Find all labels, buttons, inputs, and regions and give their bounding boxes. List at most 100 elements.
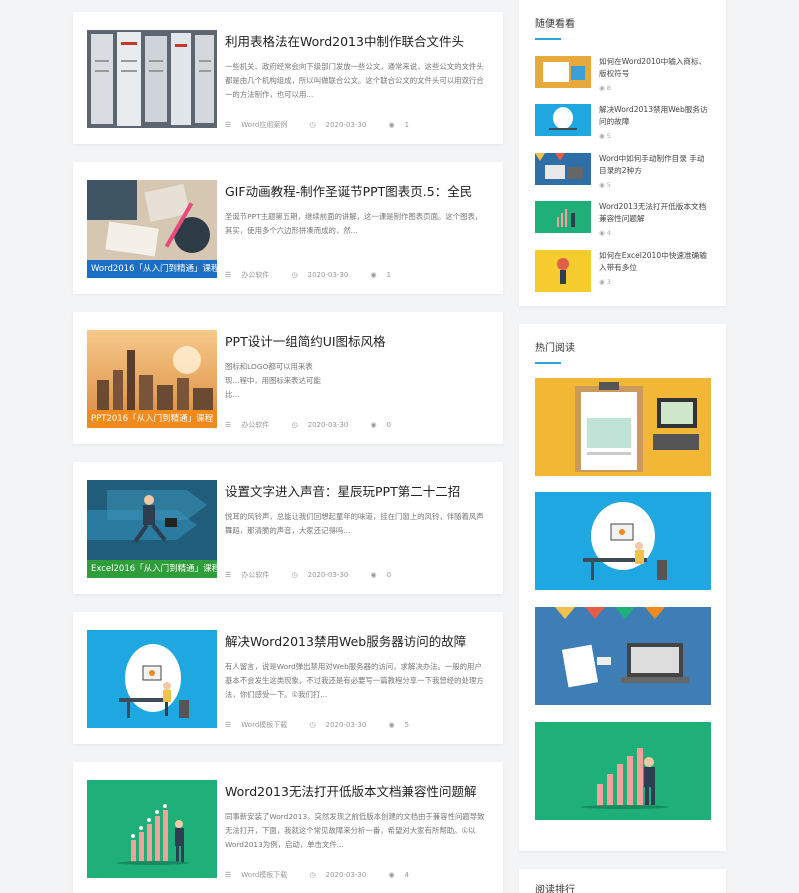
random-widget: 随便看看 如何在Word2010中输入商标、版权符号 ◉ 8 解决Word201…: [519, 0, 726, 306]
random-title[interactable]: Word中如何手动制作目录 手动目录的2种方: [599, 153, 711, 177]
article-title[interactable]: PPT设计一组简约UI图标风格: [225, 331, 489, 350]
bar-growth-illustration: [87, 780, 217, 878]
article-title[interactable]: Word2013无法打开低版本文档兼容性问题解: [225, 781, 489, 800]
eye-icon: ◉: [599, 229, 607, 237]
article-card[interactable]: 解决Word2013禁用Web服务器访问的故障 有人留言，说是Word弹出禁用对…: [73, 612, 503, 744]
desk-person-illustration: [535, 492, 711, 590]
article-views: 5: [404, 721, 410, 729]
random-item[interactable]: 如何在Excel2010中快速准确输入带有多位 ◉ 3: [535, 250, 715, 292]
random-item[interactable]: Word2013无法打开低版本文档兼容性问题解 ◉ 4: [535, 201, 715, 241]
eye-icon: ◉: [388, 871, 395, 879]
random-views: ◉ 5: [599, 181, 611, 189]
random-thumbnail[interactable]: [535, 153, 591, 185]
article-category[interactable]: 办公软件: [241, 420, 269, 430]
random-thumbnail[interactable]: [535, 201, 591, 233]
article-card[interactable]: 利用表格法在Word2013中制作联合文件头 一些机关、政府经常会向下级部门发放…: [73, 12, 503, 144]
article-thumbnail[interactable]: PPT2016「从入门到精通」课程: [87, 330, 217, 428]
article-meta: ☰ Word应用案例 ◷ 2020-03-30 ◉ 1: [225, 120, 429, 130]
random-item[interactable]: 解决Word2013禁用Web服务访问的故障 ◉ 5: [535, 104, 715, 144]
random-title[interactable]: Word2013无法打开低版本文档兼容性问题解: [599, 201, 711, 225]
article-title[interactable]: 解决Word2013禁用Web服务器访问的故障: [225, 631, 489, 650]
widget-heading: 随便看看: [535, 19, 575, 30]
random-thumbnail[interactable]: [535, 56, 591, 88]
article-thumbnail[interactable]: [87, 780, 217, 878]
random-item[interactable]: Word中如何手动制作目录 手动目录的2种方 ◉ 5: [535, 153, 715, 193]
article-views: 4: [404, 871, 410, 879]
category-icon: ☰: [225, 421, 232, 429]
article-title[interactable]: 利用表格法在Word2013中制作联合文件头: [225, 31, 489, 50]
course-ribbon: Excel2016「从入门到精通」课程: [87, 560, 217, 578]
random-thumbnail[interactable]: [535, 104, 591, 136]
eye-icon: ◉: [370, 571, 377, 579]
article-category[interactable]: Word模板下载: [241, 720, 287, 730]
article-title[interactable]: GIF动画教程-制作圣诞节PPT图表页.5：全民: [225, 181, 489, 200]
article-views: 1: [386, 271, 392, 279]
article-card[interactable]: Word2013无法打开低版本文档兼容性问题解 同事新安装了Word2013，突…: [73, 762, 503, 893]
clock-icon: ◷: [291, 571, 298, 579]
clock-icon: ◷: [309, 121, 316, 129]
eye-icon: ◉: [599, 84, 607, 92]
clock-icon: ◷: [291, 421, 298, 429]
article-category[interactable]: Word应用案例: [241, 120, 287, 130]
article-views: 0: [386, 421, 392, 429]
article-date: 2020-03-30: [307, 421, 349, 429]
article-meta: ☰ 办公软件 ◷ 2020-03-30 ◉ 1: [225, 270, 411, 280]
article-excerpt: 悦耳的风铃声，总能让我们回想起童年的味道，挂在门窗上的风铃，伴随着风声舞蹈，那清…: [225, 512, 484, 535]
category-icon: ☰: [225, 121, 232, 129]
eye-icon: ◉: [388, 121, 395, 129]
ranking-widget: 阅读排行: [519, 869, 726, 893]
random-views: ◉ 5: [599, 132, 611, 140]
category-icon: ☰: [225, 721, 232, 729]
article-card[interactable]: PPT2016「从入门到精通」课程 PPT设计一组简约UI图标风格 图标和LOG…: [73, 312, 503, 444]
random-title[interactable]: 如何在Word2010中输入商标、版权符号: [599, 56, 711, 80]
eye-icon: ◉: [388, 721, 395, 729]
hot-thumbnail[interactable]: [535, 378, 711, 476]
article-excerpt: 同事新安装了Word2013，突然发现之前低版本创建的文档由于兼容性问题导致无法…: [225, 812, 485, 849]
category-icon: ☰: [225, 571, 232, 579]
clock-icon: ◷: [291, 271, 298, 279]
random-views: ◉ 3: [599, 278, 611, 286]
article-title[interactable]: 设置文字进入声音：星辰玩PPT第二十二招: [225, 481, 489, 500]
article-date: 2020-03-30: [307, 271, 349, 279]
random-thumbnail[interactable]: [535, 250, 591, 292]
random-item[interactable]: 如何在Word2010中输入商标、版权符号 ◉ 8: [535, 56, 715, 96]
desk-person-illustration: [87, 630, 217, 728]
article-thumbnail[interactable]: [87, 30, 217, 128]
article-excerpt: 一些机关、政府经常会向下级部门发放一些公文，通常来说，这些公文的文件头都是由几个…: [225, 62, 484, 99]
random-title[interactable]: 如何在Excel2010中快速准确输入带有多位: [599, 250, 711, 274]
category-icon: ☰: [225, 271, 232, 279]
article-thumbnail[interactable]: Excel2016「从入门到精通」课程: [87, 480, 217, 578]
article-excerpt: 圣诞节PPT主题第五期，继续前面的讲解，这一课是制作图表页面。这个图表，其实，使…: [225, 212, 483, 235]
article-date: 2020-03-30: [307, 571, 349, 579]
article-excerpt: 有人留言，说是Word弹出禁用对Web服务器的访问，求解决办法。一般的用户基本不…: [225, 662, 484, 699]
article-thumbnail[interactable]: [87, 630, 217, 728]
article-card[interactable]: Excel2016「从入门到精通」课程 设置文字进入声音：星辰玩PPT第二十二招…: [73, 462, 503, 594]
article-card[interactable]: Word2016「从入门到精通」课程 GIF动画教程-制作圣诞节PPT图表页.5…: [73, 162, 503, 294]
course-ribbon: PPT2016「从入门到精通」课程: [87, 410, 217, 428]
clock-icon: ◷: [309, 871, 316, 879]
hot-thumbnail[interactable]: [535, 492, 711, 590]
article-thumbnail[interactable]: Word2016「从入门到精通」课程: [87, 180, 217, 278]
article-views: 1: [404, 121, 410, 129]
article-meta: ☰ Word模板下载 ◷ 2020-03-30 ◉ 5: [225, 720, 429, 730]
hot-thumbnail[interactable]: [535, 607, 711, 705]
widget-heading: 阅读排行: [535, 885, 575, 893]
bar-growth-illustration: [535, 722, 711, 820]
eye-icon: ◉: [370, 421, 377, 429]
hot-thumbnail[interactable]: [535, 722, 711, 820]
article-date: 2020-03-30: [325, 121, 367, 129]
clipboard-illustration: [535, 378, 711, 476]
eye-icon: ◉: [370, 271, 377, 279]
clock-icon: ◷: [309, 721, 316, 729]
article-category[interactable]: Word模板下载: [241, 870, 287, 880]
article-views: 0: [386, 571, 392, 579]
random-title[interactable]: 解决Word2013禁用Web服务访问的故障: [599, 104, 711, 128]
laptop-desk-illustration: [535, 607, 711, 705]
article-category[interactable]: 办公软件: [241, 270, 269, 280]
random-views: ◉ 8: [599, 84, 611, 92]
article-category[interactable]: 办公软件: [241, 570, 269, 580]
article-excerpt: 图标和LOGO都可以用来表现...程中，用图标来表达可能比...: [225, 362, 321, 399]
heading-underline: [535, 362, 561, 364]
widget-heading: 热门阅读: [535, 343, 575, 354]
article-date: 2020-03-30: [325, 871, 367, 879]
